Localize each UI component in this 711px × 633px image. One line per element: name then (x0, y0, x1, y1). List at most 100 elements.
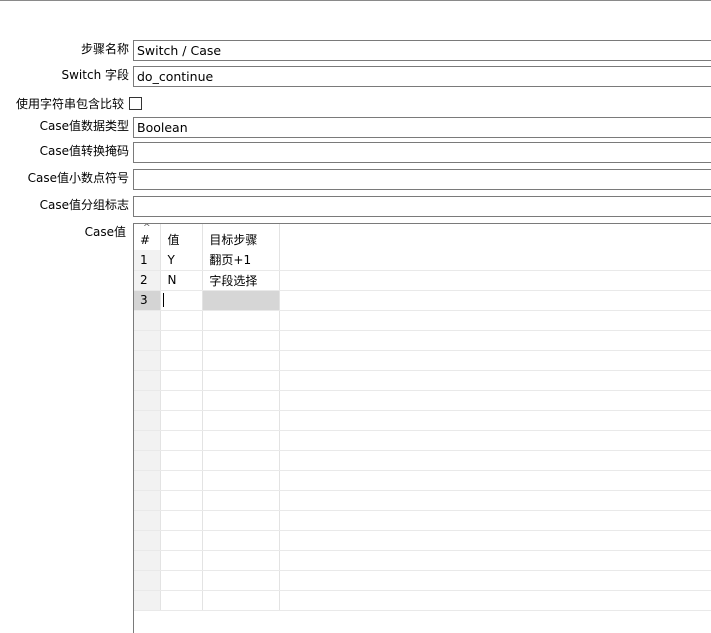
table-row[interactable] (134, 430, 711, 451)
value-cell[interactable] (160, 510, 204, 531)
target-step-cell[interactable] (202, 490, 281, 511)
value-cell[interactable] (160, 570, 204, 591)
value-cell[interactable] (160, 350, 204, 371)
string-compare-checkbox[interactable] (129, 97, 142, 110)
table-row[interactable] (134, 350, 711, 371)
row-number-cell[interactable]: 2 (134, 270, 162, 291)
row-number-cell[interactable] (134, 410, 162, 431)
row-number-cell[interactable]: 1 (134, 250, 162, 271)
case-grouping-input[interactable] (133, 196, 711, 217)
table-header-row: # 值 目标步骤 (134, 224, 711, 250)
step-name-input[interactable]: Switch / Case (133, 40, 711, 61)
target-step-cell[interactable] (202, 550, 281, 571)
table-row[interactable] (134, 550, 711, 571)
case-decimal-input[interactable] (133, 169, 711, 190)
table-row[interactable] (134, 490, 711, 511)
value-cell[interactable] (160, 590, 204, 611)
table-row[interactable] (134, 310, 711, 331)
column-header-value[interactable]: 值 (160, 224, 204, 250)
value-cell[interactable] (160, 450, 204, 471)
filler-cell (279, 450, 711, 471)
case-type-input[interactable]: Boolean (133, 117, 711, 138)
string-compare-label: 使用字符串包含比较 (15, 97, 124, 111)
value-cell[interactable] (160, 470, 204, 491)
row-number-cell[interactable] (134, 390, 162, 411)
value-cell[interactable] (160, 310, 204, 331)
target-step-cell[interactable] (202, 370, 281, 391)
filler-cell (279, 550, 711, 571)
table-row[interactable]: 3 (134, 290, 711, 311)
target-step-cell[interactable] (202, 430, 281, 451)
row-number-cell[interactable] (134, 570, 162, 591)
value-cell[interactable] (160, 390, 204, 411)
value-cell[interactable] (160, 370, 204, 391)
row-number-cell[interactable] (134, 350, 162, 371)
value-cell[interactable] (160, 530, 204, 551)
filler-cell (279, 370, 711, 391)
target-step-cell[interactable] (202, 310, 281, 331)
table-row[interactable] (134, 590, 711, 611)
table-row[interactable] (134, 470, 711, 491)
value-cell[interactable]: Y (160, 250, 204, 271)
value-cell[interactable] (160, 490, 204, 511)
row-number-cell[interactable] (134, 370, 162, 391)
table-row[interactable] (134, 450, 711, 471)
switch-field-input[interactable]: do_continue (133, 66, 711, 87)
target-step-cell[interactable] (202, 510, 281, 531)
row-number-cell[interactable]: 3 (134, 290, 162, 311)
target-step-cell[interactable] (202, 450, 281, 471)
filler-cell (279, 350, 711, 371)
switch-field-label: Switch 字段 (61, 68, 130, 82)
case-values-table[interactable]: ^ # 值 目标步骤 1 Y 翻页+1 2 N 字段选择 3 (133, 223, 711, 633)
filler-cell (279, 270, 711, 291)
target-step-cell[interactable] (202, 290, 281, 311)
value-cell[interactable] (160, 290, 204, 311)
target-step-cell[interactable]: 字段选择 (202, 270, 281, 291)
value-cell[interactable] (160, 430, 204, 451)
target-step-cell[interactable] (202, 330, 281, 351)
table-row[interactable]: 1 Y 翻页+1 (134, 250, 711, 271)
target-step-cell[interactable] (202, 470, 281, 491)
filler-cell (279, 590, 711, 611)
row-number-cell[interactable] (134, 310, 162, 331)
filler-cell (279, 510, 711, 531)
case-mask-label: Case值转换掩码 (39, 144, 129, 158)
value-cell[interactable] (160, 410, 204, 431)
case-grouping-label: Case值分组标志 (39, 198, 129, 212)
row-number-cell[interactable] (134, 450, 162, 471)
case-mask-input[interactable] (133, 142, 711, 163)
row-number-cell[interactable] (134, 470, 162, 491)
target-step-cell[interactable] (202, 350, 281, 371)
table-row[interactable] (134, 390, 711, 411)
row-number-cell[interactable] (134, 550, 162, 571)
step-name-label: 步骤名称 (80, 42, 129, 56)
filler-cell (279, 570, 711, 591)
table-row[interactable] (134, 370, 711, 391)
target-step-cell[interactable] (202, 410, 281, 431)
row-number-cell[interactable] (134, 510, 162, 531)
row-number-cell[interactable] (134, 330, 162, 351)
target-step-cell[interactable] (202, 570, 281, 591)
value-cell[interactable] (160, 550, 204, 571)
value-cell[interactable]: N (160, 270, 204, 291)
text-caret (163, 293, 165, 308)
row-number-cell[interactable] (134, 490, 162, 511)
filler-cell (279, 390, 711, 411)
table-row[interactable] (134, 570, 711, 591)
table-row[interactable] (134, 530, 711, 551)
target-step-cell[interactable] (202, 530, 281, 551)
column-header-target-step[interactable]: 目标步骤 (202, 224, 281, 250)
row-number-cell[interactable] (134, 430, 162, 451)
row-number-cell[interactable] (134, 530, 162, 551)
table-row[interactable]: 2 N 字段选择 (134, 270, 711, 291)
sort-up-icon: ^ (143, 223, 151, 233)
target-step-cell[interactable] (202, 590, 281, 611)
target-step-cell[interactable]: 翻页+1 (202, 250, 281, 271)
table-row[interactable] (134, 410, 711, 431)
target-step-cell[interactable] (202, 390, 281, 411)
filler-cell (279, 250, 711, 271)
row-number-cell[interactable] (134, 590, 162, 611)
table-row[interactable] (134, 330, 711, 351)
table-row[interactable] (134, 510, 711, 531)
value-cell[interactable] (160, 330, 204, 351)
